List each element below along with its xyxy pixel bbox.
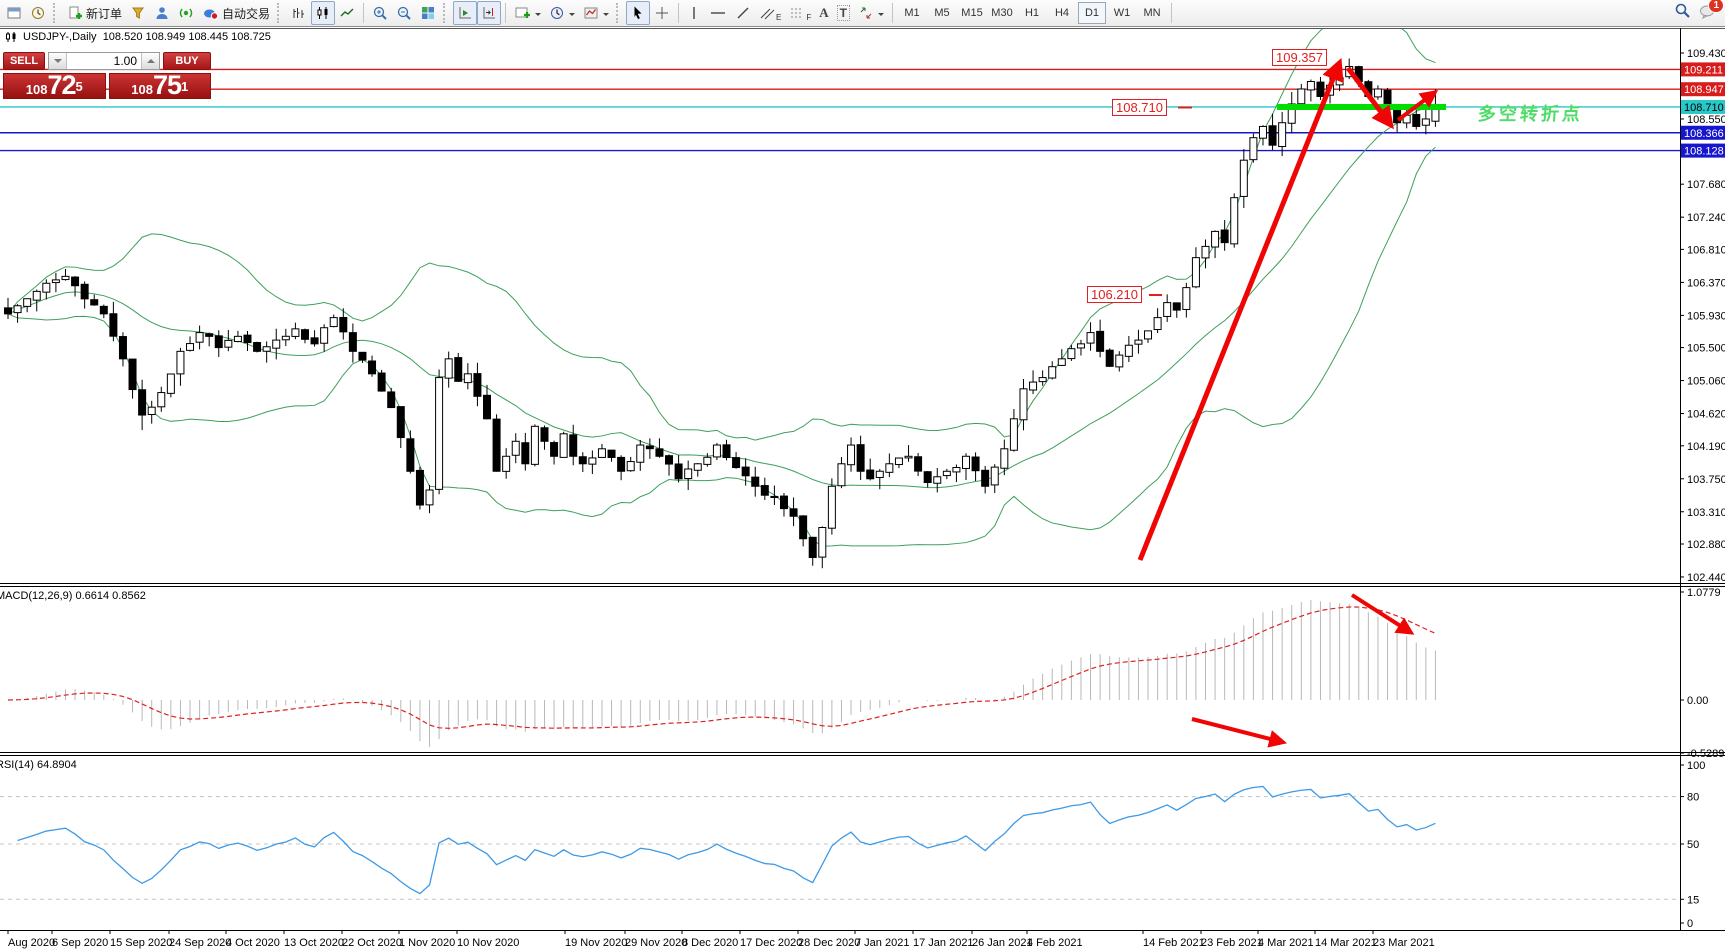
svg-text:15: 15 [1687, 894, 1699, 906]
svg-text:105.930: 105.930 [1687, 310, 1725, 322]
rsi-indicator-label: RSI(14) 64.8904 [0, 759, 77, 771]
symbol-icon [5, 31, 17, 43]
price-annotation-106210[interactable]: 106.210 [1087, 286, 1142, 303]
svg-text:104.190: 104.190 [1687, 441, 1725, 453]
svg-text:24 Sep 2020: 24 Sep 2020 [169, 937, 231, 949]
svg-text:0: 0 [1687, 918, 1693, 930]
volume-input[interactable]: 1.00 [67, 53, 141, 69]
svg-text:14 Feb 2021: 14 Feb 2021 [1143, 937, 1205, 949]
svg-text:Aug 2020: Aug 2020 [8, 937, 55, 949]
svg-text:105.060: 105.060 [1687, 376, 1725, 388]
svg-text:28 Dec 2020: 28 Dec 2020 [798, 937, 860, 949]
svg-text:4 Feb 2021: 4 Feb 2021 [1027, 937, 1083, 949]
svg-text:26 Jan 2021: 26 Jan 2021 [972, 937, 1033, 949]
svg-text:107.240: 107.240 [1687, 212, 1725, 224]
svg-text:108.550: 108.550 [1687, 114, 1725, 126]
svg-text:1.0779: 1.0779 [1687, 587, 1721, 599]
svg-text:17 Dec 2020: 17 Dec 2020 [740, 937, 802, 949]
svg-text:109.211: 109.211 [1684, 64, 1723, 76]
svg-text:1 Nov 2020: 1 Nov 2020 [399, 937, 455, 949]
svg-text:109.430: 109.430 [1687, 48, 1725, 60]
volume-stepper: 1.00 [48, 52, 160, 70]
svg-text:108.947: 108.947 [1684, 84, 1724, 96]
up-arrow-icon [147, 55, 155, 63]
svg-text:102.440: 102.440 [1687, 572, 1725, 584]
svg-text:13 Oct 2020: 13 Oct 2020 [284, 937, 344, 949]
macd-indicator-label: MACD(12,26,9) 0.6614 0.8562 [0, 590, 146, 602]
sell-button[interactable]: SELL [3, 52, 45, 70]
svg-text:4 Oct 2020: 4 Oct 2020 [226, 937, 280, 949]
svg-text:108.710: 108.710 [1684, 102, 1724, 114]
svg-text:0.00: 0.00 [1687, 695, 1708, 707]
buy-price-panel[interactable]: 108 75 1 [109, 73, 212, 99]
svg-text:106.370: 106.370 [1687, 277, 1725, 289]
svg-text:106.810: 106.810 [1687, 244, 1725, 256]
svg-text:19 Nov 2020: 19 Nov 2020 [565, 937, 627, 949]
svg-text:107.680: 107.680 [1687, 179, 1725, 191]
svg-text:7 Jan 2021: 7 Jan 2021 [855, 937, 909, 949]
buy-price-big-figure: 108 [131, 82, 153, 97]
svg-text:108.366: 108.366 [1684, 128, 1724, 140]
svg-text:102.880: 102.880 [1687, 539, 1725, 551]
svg-text:8 Dec 2020: 8 Dec 2020 [682, 937, 738, 949]
volume-increase-button[interactable] [141, 53, 159, 69]
svg-text:15 Sep 2020: 15 Sep 2020 [110, 937, 172, 949]
svg-text:-0.5289: -0.5289 [1687, 748, 1724, 760]
sell-price-pips: 72 [47, 73, 75, 97]
price-annotation-109357[interactable]: 109.357 [1272, 49, 1327, 66]
svg-text:23 Feb 2021: 23 Feb 2021 [1201, 937, 1263, 949]
one-click-trading-panel: SELL 1.00 BUY 108 72 5 108 75 1 [3, 52, 211, 99]
svg-text:10 Nov 2020: 10 Nov 2020 [457, 937, 519, 949]
svg-text:103.310: 103.310 [1687, 507, 1725, 519]
svg-text:17 Jan 2021: 17 Jan 2021 [913, 937, 974, 949]
svg-text:23 Mar 2021: 23 Mar 2021 [1373, 937, 1435, 949]
svg-text:22 Oct 2020: 22 Oct 2020 [342, 937, 402, 949]
ohlc-readout: 108.520 108.949 108.445 108.725 [103, 31, 271, 43]
svg-text:50: 50 [1687, 839, 1699, 851]
svg-text:100: 100 [1687, 760, 1705, 772]
svg-text:80: 80 [1687, 792, 1699, 804]
sell-price-panel[interactable]: 108 72 5 [3, 73, 106, 99]
svg-text:105.500: 105.500 [1687, 343, 1725, 355]
svg-text:103.750: 103.750 [1687, 474, 1725, 486]
chart-surface[interactable]: 109.430 108.550 107.680 107.240 106.810 106.3… [0, 0, 1725, 951]
sell-price-point: 5 [76, 74, 83, 100]
svg-text:6 Sep 2020: 6 Sep 2020 [52, 937, 108, 949]
buy-price-point: 1 [181, 74, 188, 100]
svg-text:29 Nov 2020: 29 Nov 2020 [625, 937, 687, 949]
svg-text:14 Mar 2021: 14 Mar 2021 [1315, 937, 1377, 949]
turning-point-note: 多空转折点 [1477, 100, 1584, 126]
svg-text:104.620: 104.620 [1687, 409, 1725, 421]
price-annotation-108710[interactable]: 108.710 [1112, 99, 1167, 116]
svg-text:4 Mar 2021: 4 Mar 2021 [1258, 937, 1314, 949]
symbol-period-label: USDJPY-,Daily [23, 31, 97, 43]
down-arrow-icon [54, 59, 62, 67]
sell-price-big-figure: 108 [26, 82, 48, 97]
buy-price-pips: 75 [153, 73, 181, 97]
svg-text:108.128: 108.128 [1684, 146, 1724, 158]
volume-decrease-button[interactable] [49, 53, 67, 69]
buy-button[interactable]: BUY [163, 52, 211, 70]
chart-title: USDJPY-,Daily 108.520 108.949 108.445 10… [5, 31, 271, 43]
